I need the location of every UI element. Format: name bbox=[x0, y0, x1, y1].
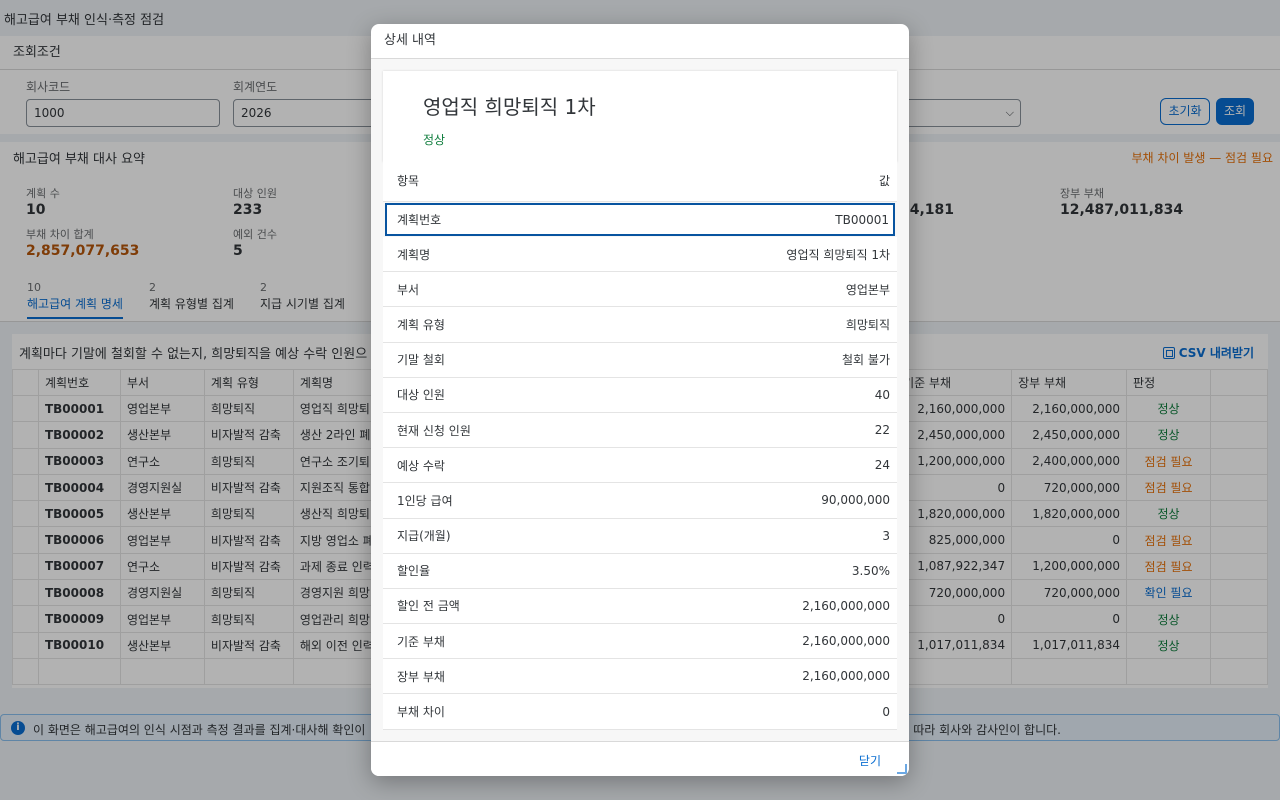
detail-key: 할인 전 금액 bbox=[397, 599, 460, 614]
object-header: 영업직 희망퇴직 1차 정상 bbox=[383, 71, 897, 162]
detail-key: 1인당 급여 bbox=[397, 493, 453, 508]
detail-value: 2,160,000,000 bbox=[802, 634, 890, 649]
detail-row[interactable]: 예상 수락 24 bbox=[383, 448, 897, 484]
detail-key: 지급(개월) bbox=[397, 529, 451, 544]
dialog-body: 영업직 희망퇴직 1차 정상 항목 값 계획번호 TB00001 계획명 영업직 희망… bbox=[371, 59, 909, 741]
detail-value: 철회 불가 bbox=[842, 353, 890, 368]
detail-row[interactable]: 기말 철회 철회 불가 bbox=[383, 342, 897, 378]
detail-value: 24 bbox=[874, 458, 890, 473]
dialog-footer: 닫기 bbox=[371, 741, 909, 776]
detail-row[interactable]: 부서 영업본부 bbox=[383, 272, 897, 308]
detail-row[interactable]: 지급(개월) 3 bbox=[383, 518, 897, 554]
detail-row[interactable]: 할인 전 금액 2,160,000,000 bbox=[383, 588, 897, 625]
resize-handle[interactable] bbox=[897, 764, 907, 774]
detail-row[interactable]: 계획번호 TB00001 bbox=[385, 203, 895, 236]
detail-table-header: 항목 값 bbox=[383, 162, 897, 202]
detail-value: TB00001 bbox=[835, 212, 889, 227]
detail-value: 90,000,000 bbox=[821, 493, 890, 508]
close-button[interactable]: 닫기 bbox=[859, 752, 881, 769]
detail-row[interactable]: 할인율 3.50% bbox=[383, 553, 897, 589]
object-status: 정상 bbox=[423, 133, 446, 147]
detail-key: 대상 인원 bbox=[397, 388, 445, 403]
detail-value: 3 bbox=[882, 528, 890, 543]
detail-key: 계획번호 bbox=[397, 213, 442, 227]
detail-key: 부채 차이 bbox=[397, 705, 445, 720]
detail-row[interactable]: 계획명 영업직 희망퇴직 1차 bbox=[383, 237, 897, 273]
col-value: 값 bbox=[878, 174, 890, 188]
detail-value: 2,160,000,000 bbox=[802, 598, 890, 613]
detail-value: 희망퇴직 bbox=[845, 317, 890, 332]
detail-value: 영업직 희망퇴직 1차 bbox=[786, 247, 890, 262]
detail-value: 0 bbox=[882, 704, 890, 719]
detail-key: 현재 신청 인원 bbox=[397, 423, 471, 438]
detail-key: 장부 부채 bbox=[397, 669, 445, 684]
detail-row[interactable]: 기준 부채 2,160,000,000 bbox=[383, 624, 897, 660]
detail-key: 기준 부채 bbox=[397, 634, 445, 649]
detail-row[interactable]: 계획 유형 희망퇴직 bbox=[383, 307, 897, 343]
detail-row[interactable]: 장부 부채 2,160,000,000 bbox=[383, 659, 897, 695]
detail-row[interactable]: 1인당 급여 90,000,000 bbox=[383, 483, 897, 519]
detail-key: 부서 bbox=[397, 282, 420, 297]
detail-key: 계획 유형 bbox=[397, 317, 445, 332]
dialog-title: 상세 내역 bbox=[371, 24, 909, 59]
detail-row[interactable]: 부채 차이 0 bbox=[383, 694, 897, 730]
detail-dialog: 상세 내역 영업직 희망퇴직 1차 정상 항목 값 계획번호 TB00001 계획명… bbox=[371, 24, 909, 776]
detail-key: 할인율 bbox=[397, 564, 431, 579]
detail-value: 2,160,000,000 bbox=[802, 669, 890, 684]
detail-row[interactable]: 현재 신청 인원 22 bbox=[383, 412, 897, 449]
detail-value: 영업본부 bbox=[845, 282, 890, 297]
detail-key: 기말 철회 bbox=[397, 353, 445, 368]
col-item: 항목 bbox=[397, 174, 420, 188]
detail-list: 계획번호 TB00001 계획명 영업직 희망퇴직 1차부서 영업본부계획 유형 희망퇴직… bbox=[383, 203, 897, 730]
detail-value: 3.50% bbox=[851, 563, 890, 578]
detail-key: 계획명 bbox=[397, 247, 431, 262]
detail-row[interactable]: 대상 인원 40 bbox=[383, 377, 897, 413]
detail-value: 22 bbox=[874, 423, 890, 438]
object-title: 영업직 희망퇴직 1차 bbox=[423, 95, 596, 119]
detail-key: 예상 수락 bbox=[397, 458, 445, 473]
detail-value: 40 bbox=[874, 387, 890, 402]
